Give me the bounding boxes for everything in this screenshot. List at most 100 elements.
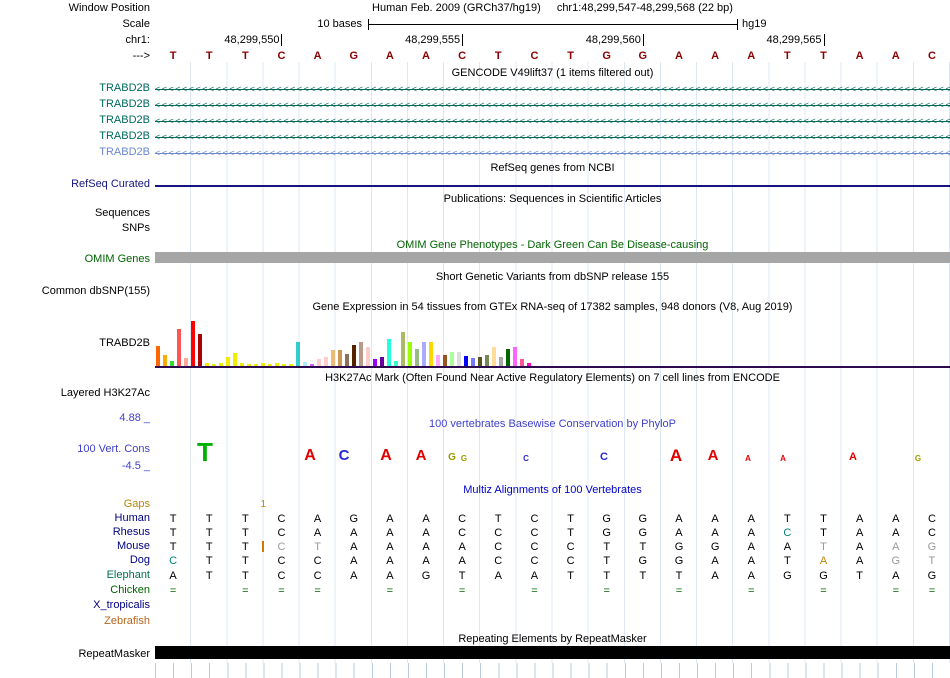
gene-label[interactable]: TRABD2B (0, 130, 150, 143)
species-label[interactable]: Human (0, 512, 150, 525)
gene-model-row[interactable]: <<<<<<<<<<<<<<<<<<<<<<<<<<<<<<<<<<<<<<<<… (155, 146, 950, 160)
gtex-bar (338, 350, 342, 366)
coordinate-tick (462, 34, 464, 46)
repeatmasker-label[interactable]: RepeatMasker (0, 648, 150, 661)
scale-value: 10 bases (317, 18, 362, 30)
window-position-value: Human Feb. 2009 (GRCh37/hg19) chr1:48,299… (155, 2, 950, 15)
alignment-row[interactable]: ATTCCAAGTAATTTTAAGGTAG (155, 569, 950, 583)
ruler-base: G (349, 50, 359, 62)
coordinate-label: 48,299,565 (766, 34, 822, 46)
ruler-base: A (855, 50, 864, 62)
refseq-title: RefSeq genes from NCBI (490, 162, 615, 174)
sequences-label[interactable]: Sequences (0, 207, 150, 220)
alignment-row[interactable] (155, 599, 950, 613)
cons-letter: C (338, 447, 350, 465)
gtex-bar (457, 352, 461, 366)
ruler-base: T (567, 50, 574, 62)
species-label[interactable]: Chicken (0, 584, 150, 597)
refseq-curated-label[interactable]: RefSeq Curated (0, 178, 150, 191)
coordinates-ruler[interactable]: 48,299,550 48,299,555 48,299,560 48,299,565 (155, 34, 950, 47)
omim-genes-label[interactable]: OMIM Genes (0, 253, 150, 266)
alignment-base: C (530, 527, 539, 539)
alignment-base: T (241, 527, 249, 539)
alignment-row[interactable] (155, 615, 950, 629)
species-label[interactable]: Rhesus (0, 526, 150, 539)
gtex-bar (177, 329, 181, 366)
alignment-row[interactable]: TTTCAGAACTCTGGAAATTAAC (155, 512, 950, 526)
alignment-base: = (531, 585, 538, 597)
gene-label[interactable]: TRABD2B (0, 114, 150, 127)
ruler-base: C (277, 50, 286, 62)
alignment-base: A (819, 555, 828, 567)
snps-label[interactable]: SNPs (0, 222, 150, 235)
gene-model-row[interactable]: <<<<<<<<<<<<<<<<<<<<<<<<<<<<<<<<<<<<<<<<… (155, 98, 950, 112)
ruler-base: T (784, 50, 791, 62)
reference-sequence[interactable]: TTTCAGAACTCTGGAAATTAAC (155, 49, 950, 63)
alignment-base: A (386, 527, 394, 539)
alignment-row[interactable]: = = = = = = = = = = = = = (155, 584, 950, 598)
gtex-bar (359, 342, 363, 366)
species-label[interactable]: Gaps (0, 498, 150, 511)
species-label[interactable]: Dog (0, 554, 150, 567)
gtex-bar (464, 356, 468, 366)
species-label[interactable]: Elephant (0, 569, 150, 582)
alignment-base: = (386, 585, 394, 597)
common-dbsnp-label[interactable]: Common dbSNP(155) (0, 285, 150, 298)
gtex-bar (156, 346, 160, 366)
alignment-base: T (675, 570, 683, 582)
coordinate-label: 48,299,560 (585, 34, 641, 46)
gtex-bar (422, 342, 426, 366)
refseq-track-line[interactable] (155, 185, 950, 187)
gene-model-row[interactable]: <<<<<<<<<<<<<<<<<<<<<<<<<<<<<<<<<<<<<<<<… (155, 130, 950, 144)
species-label[interactable]: Mouse (0, 540, 150, 553)
gene-label[interactable]: TRABD2B (0, 146, 150, 159)
alignment-base: A (675, 527, 683, 539)
gtex-bar (345, 354, 349, 366)
conservation-track-label[interactable]: 100 Vert. Cons (0, 443, 150, 456)
alignment-base: A (892, 527, 900, 539)
gtex-bar (296, 342, 300, 366)
conservation-plot[interactable]: TACAAGGCCAAAAAG (155, 428, 950, 467)
species-label[interactable]: Zebrafish (0, 615, 150, 628)
alignment-row[interactable]: TTTCAAAACCCTGGAAACTAAC (155, 526, 950, 540)
alignment-base: = (458, 585, 466, 597)
gene-label[interactable]: TRABD2B (0, 98, 150, 111)
layered-h3k27ac-label[interactable]: Layered H3K27Ac (0, 387, 150, 400)
species-label[interactable]: X_tropicalis (0, 599, 150, 612)
alignment-base: C (494, 541, 503, 553)
alignment-base: G (602, 527, 611, 539)
alignment-base: G (891, 555, 901, 567)
alignment-base: T (314, 541, 321, 553)
strand-toggle-label[interactable]: ---> (0, 50, 150, 63)
gtex-bar (520, 359, 524, 366)
gtex-gene-label[interactable]: TRABD2B (0, 337, 150, 350)
cons-letter: A (669, 445, 683, 465)
alignment-base: G (783, 570, 792, 582)
alignment-base: G (819, 570, 828, 582)
alignment-base: T (241, 513, 249, 525)
gene-model-row[interactable]: <<<<<<<<<<<<<<<<<<<<<<<<<<<<<<<<<<<<<<<<… (155, 114, 950, 128)
alignment-row[interactable]: TTTCTAAAACCCTTGGAATAAG (155, 540, 950, 554)
gene-label[interactable]: TRABD2B (0, 82, 150, 95)
alignment-insert-count: 1 (260, 499, 267, 510)
cons-letter: T (197, 436, 213, 467)
alignment-base: G (927, 541, 937, 553)
alignment-row[interactable]: 1 (155, 498, 950, 512)
omim-genes-bar[interactable] (155, 252, 950, 263)
alignment-base: A (892, 513, 900, 525)
ruler-base: A (385, 50, 394, 62)
conservation-max-value: 4.88 _ (119, 412, 150, 424)
alignment-base: C (313, 570, 322, 582)
gtex-expression-chart[interactable] (155, 318, 950, 366)
alignment-row[interactable]: CTTCCAAAACCCTGGAATAAGT (155, 554, 950, 568)
cons-letter: A (849, 451, 857, 464)
cons-letter: C (600, 451, 608, 464)
alignment-base: A (350, 555, 358, 567)
alignment-base: C (277, 555, 286, 567)
alignment-base: T (241, 555, 249, 567)
alignment-base: = (603, 585, 610, 597)
alignment-base: C (494, 527, 503, 539)
gene-model-row[interactable]: <<<<<<<<<<<<<<<<<<<<<<<<<<<<<<<<<<<<<<<<… (155, 82, 950, 96)
repeatmasker-track-bar[interactable] (155, 646, 950, 659)
alignment-base: A (313, 527, 322, 539)
